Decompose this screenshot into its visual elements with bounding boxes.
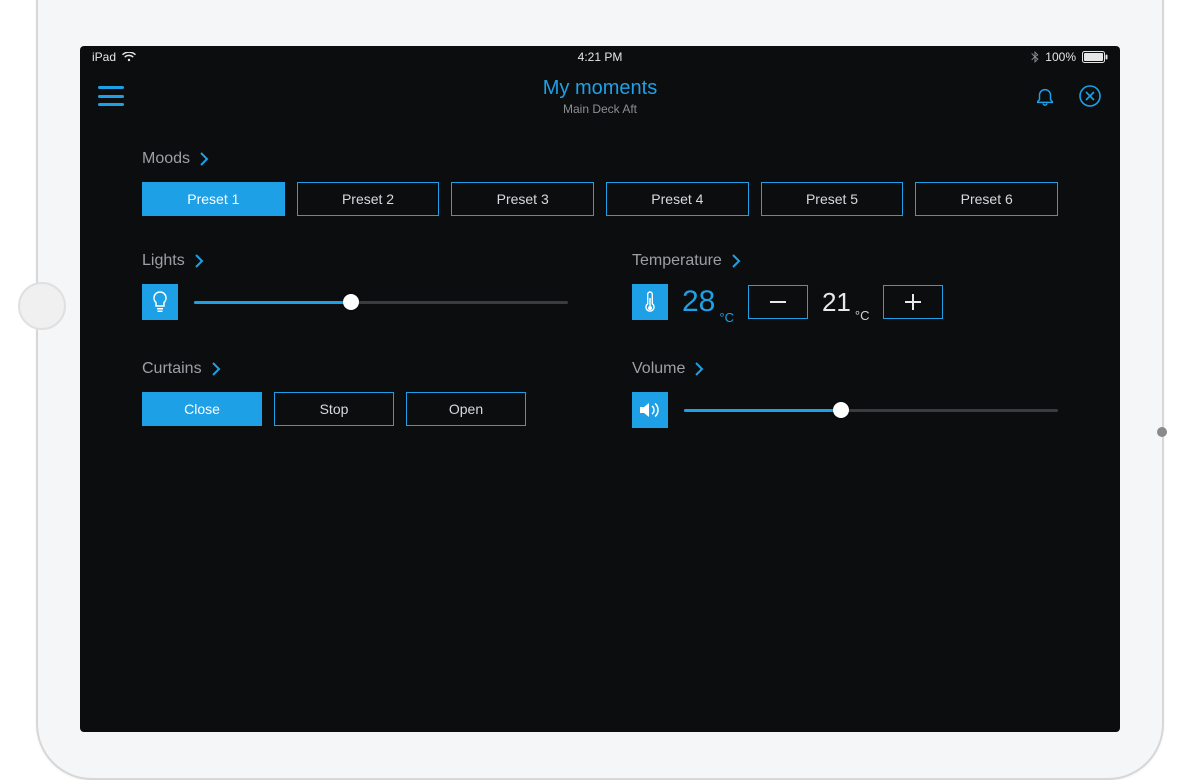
speaker-icon bbox=[639, 401, 661, 419]
preset-button-3[interactable]: Preset 3 bbox=[451, 182, 594, 216]
bluetooth-icon bbox=[1031, 51, 1039, 63]
ios-status-bar: iPad 4:21 PM 100% bbox=[80, 46, 1120, 68]
preset-button-4[interactable]: Preset 4 bbox=[606, 182, 749, 216]
chevron-right-icon bbox=[732, 254, 741, 268]
chevron-right-icon bbox=[200, 152, 209, 166]
slider-thumb[interactable] bbox=[833, 402, 849, 418]
volume-label: Volume bbox=[632, 360, 685, 378]
thermometer-icon bbox=[643, 290, 657, 314]
temp-decrease-button[interactable] bbox=[748, 285, 808, 319]
temp-increase-button[interactable] bbox=[883, 285, 943, 319]
ipad-frame: iPad 4:21 PM 100% My mom bbox=[36, 0, 1164, 780]
wifi-icon bbox=[122, 52, 136, 62]
preset-button-5[interactable]: Preset 5 bbox=[761, 182, 904, 216]
lights-section-header[interactable]: Lights bbox=[142, 252, 568, 270]
volume-slider[interactable] bbox=[684, 392, 1058, 428]
curtains-label: Curtains bbox=[142, 360, 202, 378]
curtains-button-row: Close Stop Open bbox=[142, 392, 568, 426]
chevron-right-icon bbox=[695, 362, 704, 376]
curtains-close-button[interactable]: Close bbox=[142, 392, 262, 426]
chevron-right-icon bbox=[195, 254, 204, 268]
preset-button-1[interactable]: Preset 1 bbox=[142, 182, 285, 216]
curtains-open-button[interactable]: Open bbox=[406, 392, 526, 426]
moods-label: Moods bbox=[142, 150, 190, 168]
current-temp-unit: °C bbox=[719, 310, 734, 325]
device-label: iPad bbox=[92, 50, 116, 64]
home-button[interactable] bbox=[18, 282, 66, 330]
menu-button[interactable] bbox=[98, 86, 124, 106]
plus-icon bbox=[905, 294, 921, 310]
slider-fill bbox=[194, 301, 351, 304]
notifications-icon[interactable] bbox=[1034, 85, 1056, 107]
minus-icon bbox=[770, 301, 786, 303]
curtains-section-header[interactable]: Curtains bbox=[142, 360, 568, 378]
lights-slider[interactable] bbox=[194, 284, 568, 320]
lights-label: Lights bbox=[142, 252, 185, 270]
curtains-stop-button[interactable]: Stop bbox=[274, 392, 394, 426]
app-header: My moments Main Deck Aft bbox=[80, 68, 1120, 124]
chevron-right-icon bbox=[212, 362, 221, 376]
header-title-block: My moments Main Deck Aft bbox=[543, 77, 657, 116]
setpoint-temp-unit: °C bbox=[855, 308, 870, 323]
temperature-icon-button[interactable] bbox=[632, 284, 668, 320]
volume-section-header[interactable]: Volume bbox=[632, 360, 1058, 378]
current-temp-value: 28 bbox=[682, 285, 715, 319]
battery-percent: 100% bbox=[1045, 50, 1076, 64]
page-title: My moments bbox=[543, 77, 657, 100]
battery-icon bbox=[1082, 51, 1108, 63]
preset-button-6[interactable]: Preset 6 bbox=[915, 182, 1058, 216]
clock: 4:21 PM bbox=[578, 50, 623, 64]
moods-preset-row: Preset 1 Preset 2 Preset 3 Preset 4 Pres… bbox=[142, 182, 1058, 216]
volume-mute-button[interactable] bbox=[632, 392, 668, 428]
close-icon[interactable] bbox=[1078, 84, 1102, 108]
setpoint-temp-value: 21 bbox=[822, 287, 851, 318]
page-subtitle: Main Deck Aft bbox=[543, 102, 657, 116]
side-sensor bbox=[1157, 427, 1167, 437]
temperature-section-header[interactable]: Temperature bbox=[632, 252, 1058, 270]
preset-button-2[interactable]: Preset 2 bbox=[297, 182, 440, 216]
moods-section-header[interactable]: Moods bbox=[142, 150, 1058, 168]
bulb-icon bbox=[151, 291, 169, 313]
light-toggle-button[interactable] bbox=[142, 284, 178, 320]
temperature-label: Temperature bbox=[632, 252, 722, 270]
slider-fill bbox=[684, 409, 841, 412]
app-screen: iPad 4:21 PM 100% My mom bbox=[80, 46, 1120, 732]
slider-thumb[interactable] bbox=[343, 294, 359, 310]
